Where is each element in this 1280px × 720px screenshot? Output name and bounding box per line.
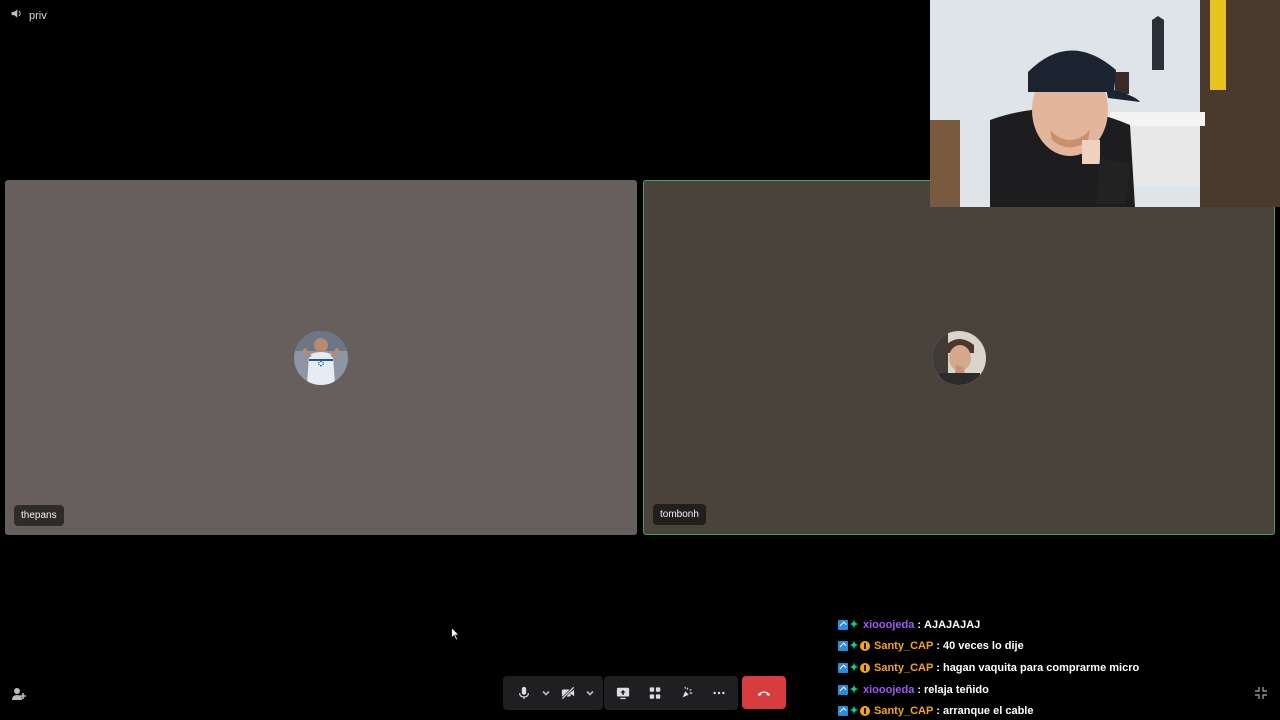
voice-channel-header: priv <box>10 8 47 24</box>
stream-chat: ✦ xiooojeda : AJAJAJAJ ✦ Santy_CAP : 40 … <box>838 614 1268 720</box>
microphone-icon <box>519 686 529 700</box>
prime-badge-icon <box>838 662 848 673</box>
screen-share-icon <box>616 687 630 700</box>
screen-share-button[interactable] <box>610 680 636 706</box>
activities-button[interactable] <box>642 680 668 706</box>
chevron-down-icon <box>586 690 594 696</box>
coin-badge-icon <box>860 706 870 717</box>
participant-nameplate: thepans <box>14 505 64 526</box>
participant-nameplate: tombonh <box>653 504 706 525</box>
chevron-down-icon <box>542 690 550 696</box>
prime-badge-icon <box>838 706 848 717</box>
chat-text: AJAJAJAJ <box>924 618 981 631</box>
prime-badge-icon <box>838 684 848 695</box>
exit-fullscreen-button[interactable] <box>1254 686 1268 700</box>
media-controls <box>503 676 603 710</box>
webcam-overlay <box>930 0 1280 207</box>
soundboard-button[interactable] <box>674 680 700 706</box>
soundboard-icon <box>682 686 693 698</box>
chat-separator: : <box>917 683 922 696</box>
avatar <box>294 330 348 385</box>
exit-fullscreen-icon <box>1255 687 1267 699</box>
sparkle-badge-icon: ✦ <box>849 661 859 674</box>
chat-text: hagan vaquita para comprarme micro <box>942 661 1140 674</box>
sparkle-badge-icon: ✦ <box>849 618 859 631</box>
add-person-icon <box>12 688 26 700</box>
speaker-icon <box>10 7 23 25</box>
camera-button[interactable] <box>555 680 581 706</box>
chat-username: Santy_CAP <box>874 640 934 653</box>
coin-badge-icon <box>860 641 870 652</box>
camera-off-icon <box>561 686 575 700</box>
prime-badge-icon <box>838 641 848 652</box>
chat-separator: : <box>917 618 922 631</box>
chat-message: ✦ Santy_CAP : 40 veces lo dije <box>838 636 1268 658</box>
chat-message: ✦ Santy_CAP : arranque el cable <box>838 700 1268 720</box>
chat-username: Santy_CAP <box>874 661 934 674</box>
more-options-button[interactable] <box>706 680 732 706</box>
participant-tile-thepans[interactable]: thepans <box>5 180 637 535</box>
chat-message: ✦ xiooojeda : AJAJAJAJ <box>838 614 1268 636</box>
more-icon <box>713 691 725 695</box>
chat-separator: : <box>936 705 940 718</box>
chat-text: relaja teñido <box>924 683 989 696</box>
action-controls <box>604 676 738 710</box>
sparkle-badge-icon: ✦ <box>849 640 859 653</box>
microphone-button[interactable] <box>511 680 537 706</box>
chat-text: 40 veces lo dije <box>942 640 1024 653</box>
sparkle-badge-icon: ✦ <box>849 705 859 718</box>
channel-name: priv <box>29 10 47 22</box>
disconnect-button[interactable] <box>742 676 786 709</box>
hangup-icon <box>757 690 771 696</box>
chat-text: arranque el cable <box>942 705 1034 718</box>
chat-separator: : <box>936 661 940 674</box>
chat-username: xiooojeda <box>863 618 915 631</box>
cursor-arrow-icon <box>451 626 460 641</box>
chat-message: ✦ Santy_CAP : hagan vaquita para comprar… <box>838 657 1268 679</box>
chat-username: xiooojeda <box>863 683 915 696</box>
add-people-button[interactable] <box>11 686 27 702</box>
coin-badge-icon <box>860 662 870 673</box>
chat-separator: : <box>936 640 940 653</box>
avatar <box>932 330 986 385</box>
participant-tile-tombonh[interactable]: tombonh <box>643 180 1275 535</box>
microphone-options-button[interactable] <box>541 680 551 706</box>
sparkle-badge-icon: ✦ <box>849 683 859 696</box>
chat-message: ✦ xiooojeda : relaja teñido <box>838 679 1268 701</box>
prime-badge-icon <box>838 619 848 630</box>
mouse-cursor <box>451 626 461 641</box>
chat-username: Santy_CAP <box>874 705 934 718</box>
camera-options-button[interactable] <box>585 680 595 706</box>
activities-icon <box>649 687 661 699</box>
